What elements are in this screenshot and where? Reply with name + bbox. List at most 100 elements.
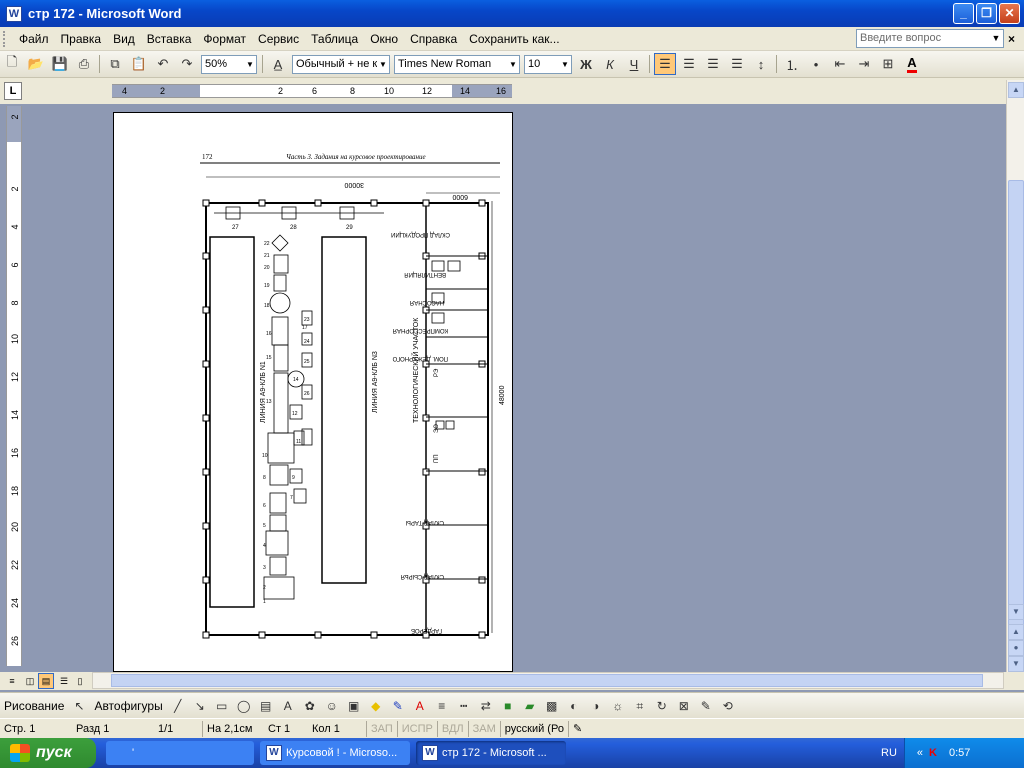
line-color-icon[interactable]: ✎ xyxy=(389,697,407,715)
scroll-thumb[interactable] xyxy=(111,674,983,687)
chevron-down-icon[interactable]: ▼ xyxy=(559,55,571,73)
color-icon[interactable]: ◐ xyxy=(565,697,583,715)
font-size-select[interactable]: 10 ▼ xyxy=(524,54,572,74)
taskbar-item[interactable]: ' xyxy=(106,741,254,765)
italic-button[interactable]: К xyxy=(599,53,621,75)
line-icon[interactable]: ╱ xyxy=(169,697,187,715)
select-browse-object-icon[interactable]: ● xyxy=(1008,640,1024,656)
text-box-icon[interactable]: ▤ xyxy=(257,697,275,715)
menu-edit[interactable]: Правка xyxy=(55,32,108,46)
vertical-scrollbar[interactable]: ▲ ▼ ▲ ● ▼ xyxy=(1006,80,1024,680)
vertical-ruler[interactable]: 2 2 4 6 8 10 12 14 16 18 20 22 24 26 xyxy=(6,106,22,666)
fill-color-icon[interactable]: ◆ xyxy=(367,697,385,715)
align-left-icon[interactable]: ☰ xyxy=(654,53,676,75)
minimize-button[interactable]: _ xyxy=(953,3,974,24)
crop-icon[interactable]: ⌗ xyxy=(631,697,649,715)
increase-indent-icon[interactable]: ⇥ xyxy=(853,53,875,75)
next-page-icon[interactable]: ▼ xyxy=(1008,656,1024,672)
menu-table[interactable]: Таблица xyxy=(305,32,364,46)
styles-pane-icon[interactable]: A̲ xyxy=(267,53,289,75)
status-track-changes[interactable]: ИСПР xyxy=(396,720,437,737)
oval-icon[interactable]: ◯ xyxy=(235,697,253,715)
menu-format[interactable]: Формат xyxy=(197,32,252,46)
menu-file[interactable]: Файл xyxy=(13,32,55,46)
undo-icon[interactable]: ↶ xyxy=(152,53,174,75)
new-document-icon[interactable]: 🗋 xyxy=(1,53,23,75)
horizontal-scrollbar[interactable] xyxy=(92,672,1004,689)
document-close-icon[interactable]: × xyxy=(1008,32,1015,46)
arrow-style-icon[interactable]: ⇄ xyxy=(477,697,495,715)
contrast-icon[interactable]: ◑ xyxy=(587,697,605,715)
menu-window[interactable]: Окно xyxy=(364,32,404,46)
picture-toolbar-icon[interactable]: ▩ xyxy=(543,697,561,715)
clipart-icon[interactable]: ☺ xyxy=(323,697,341,715)
select-objects-icon[interactable]: ↖ xyxy=(70,697,88,715)
start-button[interactable]: пуск xyxy=(0,738,96,768)
open-folder-icon[interactable]: 📂 xyxy=(25,53,47,75)
font-color-icon[interactable]: A xyxy=(411,697,429,715)
menu-insert[interactable]: Вставка xyxy=(141,32,198,46)
rectangle-icon[interactable]: ▭ xyxy=(213,697,231,715)
numbering-icon[interactable]: ⒈ xyxy=(781,53,803,75)
line-spacing-icon[interactable]: ↕ xyxy=(750,53,772,75)
print-icon[interactable]: ⎙ xyxy=(73,53,95,75)
autoshapes-menu[interactable]: Автофигуры xyxy=(90,699,166,713)
title-bar[interactable]: W стр 172 - Microsoft Word _ ❐ ✕ xyxy=(0,0,1024,27)
zoom-select[interactable]: 50% ▼ xyxy=(201,54,257,74)
copy-icon[interactable]: ⧉ xyxy=(104,53,126,75)
format-picture-icon[interactable]: ✎ xyxy=(697,697,715,715)
restore-button[interactable]: ❐ xyxy=(976,3,997,24)
redo-icon[interactable]: ↷ xyxy=(176,53,198,75)
line-style-icon[interactable]: ≡ xyxy=(433,697,451,715)
document-page[interactable]: 172 Часть 3. Задания на курсовое проекти… xyxy=(113,112,513,672)
menu-view[interactable]: Вид xyxy=(107,32,141,46)
horizontal-ruler[interactable]: 4 2 2 6 8 10 12 14 16 xyxy=(112,84,512,98)
chevron-down-icon[interactable]: ▼ xyxy=(507,55,519,73)
antivirus-icon[interactable]: K xyxy=(929,747,937,759)
underline-button[interactable]: Ч xyxy=(623,53,645,75)
text-wrapping-icon[interactable]: ⊠ xyxy=(675,697,693,715)
chevron-down-icon[interactable]: ▼ xyxy=(244,55,256,73)
menu-grip[interactable] xyxy=(3,30,7,47)
menu-save-as[interactable]: Сохранить как... xyxy=(463,32,565,46)
scroll-down-icon[interactable]: ▼ xyxy=(1008,604,1024,620)
brightness-icon[interactable]: ☼ xyxy=(609,697,627,715)
bullets-icon[interactable]: • xyxy=(805,53,827,75)
normal-view-icon[interactable]: ≡ xyxy=(4,673,20,689)
scroll-up-icon[interactable]: ▲ xyxy=(1008,82,1024,98)
decrease-indent-icon[interactable]: ⇤ xyxy=(829,53,851,75)
rotate-icon[interactable]: ↻ xyxy=(653,697,671,715)
web-view-icon[interactable]: ◫ xyxy=(22,673,38,689)
align-center-icon[interactable]: ☰ xyxy=(678,53,700,75)
drawing-menu[interactable]: Рисование xyxy=(0,699,68,713)
save-disk-icon[interactable]: 💾 xyxy=(49,53,71,75)
status-language[interactable]: русский (Ро xyxy=(499,720,568,737)
status-record[interactable]: ЗАП xyxy=(366,720,397,737)
taskbar-item-active[interactable]: W стр 172 - Microsoft ... xyxy=(416,741,566,765)
chevron-down-icon[interactable]: ▼ xyxy=(989,30,1003,47)
menu-tools[interactable]: Сервис xyxy=(252,32,305,46)
close-button[interactable]: ✕ xyxy=(999,3,1020,24)
3d-style-icon[interactable]: ▰ xyxy=(521,697,539,715)
previous-page-icon[interactable]: ▲ xyxy=(1008,624,1024,640)
reading-view-icon[interactable]: ▯ xyxy=(72,673,88,689)
bold-button[interactable]: Ж xyxy=(575,53,597,75)
status-extend[interactable]: ВДЛ xyxy=(436,720,468,737)
diagram-icon[interactable]: ✿ xyxy=(301,697,319,715)
justify-icon[interactable]: ☰ xyxy=(726,53,748,75)
taskbar-item[interactable]: W Курсовой ! - Microso... xyxy=(260,741,410,765)
tab-selector[interactable]: L xyxy=(4,82,22,100)
style-select[interactable]: Обычный + не к ▼ xyxy=(292,54,390,74)
dash-style-icon[interactable]: ┅ xyxy=(455,697,473,715)
status-overtype[interactable]: ЗАМ xyxy=(467,720,500,737)
reset-picture-icon[interactable]: ⟲ xyxy=(719,697,737,715)
print-layout-icon[interactable]: ▤ xyxy=(38,673,54,689)
picture-icon[interactable]: ▣ xyxy=(345,697,363,715)
menu-help[interactable]: Справка xyxy=(404,32,463,46)
font-color-button[interactable]: A xyxy=(901,53,923,75)
word-app-icon[interactable]: W xyxy=(6,5,22,22)
paste-icon[interactable]: 📋 xyxy=(128,53,150,75)
chevron-down-icon[interactable]: ▼ xyxy=(377,55,389,73)
tray-arrow-icon[interactable]: « xyxy=(917,747,923,759)
outline-view-icon[interactable]: ☰ xyxy=(56,673,72,689)
